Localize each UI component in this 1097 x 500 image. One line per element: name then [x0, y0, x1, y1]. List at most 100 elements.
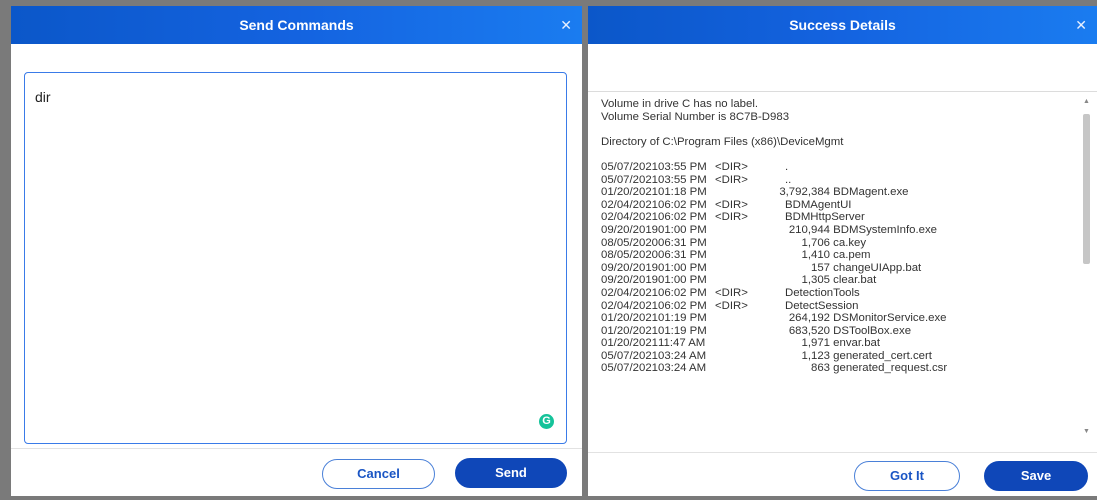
entry-size: 264,192	[788, 312, 830, 325]
scroll-up-icon[interactable]: ▲	[1082, 98, 1091, 106]
output-entry-row: 01/20/202101:19 PM 683,520 DSToolBox.exe	[601, 325, 1071, 338]
entry-dir-tag: <DIR>	[715, 198, 748, 211]
entry-name: changeUIApp.bat	[833, 261, 922, 274]
entry-size: 683,520	[788, 324, 830, 337]
entry-size: 863	[810, 362, 830, 375]
entry-time: 06:02 PM	[658, 211, 707, 224]
entry-size: 1,123	[801, 349, 830, 362]
command-input[interactable]: dir G	[24, 72, 567, 444]
entry-name: ca.pem	[833, 249, 871, 262]
success-details-dialog: Success Details ✕ Volume in drive C has …	[588, 6, 1097, 496]
entry-date: 01/20/2021	[601, 312, 659, 325]
scroll-down-icon[interactable]: ▼	[1082, 428, 1091, 436]
entry-date: 08/05/2020	[601, 236, 659, 249]
entry-date: 02/04/2021	[601, 286, 659, 299]
entry-date: 02/04/2021	[601, 198, 659, 211]
entry-time: 06:02 PM	[658, 299, 707, 312]
dialog-title: Success Details	[789, 17, 896, 33]
entry-date: 09/20/2019	[601, 223, 659, 236]
entry-date: 05/07/2021	[601, 173, 659, 186]
entry-time: 01:19 PM	[658, 324, 707, 337]
send-button[interactable]: Send	[455, 458, 567, 488]
send-commands-dialog: Send Commands ✕ dir G Cancel Send	[11, 6, 582, 496]
entry-date: 01/20/2021	[601, 186, 659, 199]
entry-time: 06:31 PM	[658, 249, 707, 262]
entry-dir-tag: <DIR>	[715, 211, 748, 224]
close-icon[interactable]: ✕	[1075, 6, 1087, 44]
entry-name: BDMSystemInfo.exe	[833, 223, 937, 236]
entry-name: DSToolBox.exe	[833, 324, 912, 337]
entry-size: 1,706	[801, 236, 830, 249]
entry-name: envar.bat	[833, 337, 881, 350]
entry-date: 02/04/2021	[601, 299, 659, 312]
entry-time: 03:55 PM	[658, 173, 707, 186]
command-text: dir	[35, 89, 51, 105]
close-icon[interactable]: ✕	[560, 6, 572, 44]
entry-name: generated_request.csr	[833, 362, 948, 375]
entry-name: BDMAgentUI	[785, 198, 852, 211]
header-strip	[588, 44, 1097, 92]
entry-size: 1,971	[801, 337, 830, 350]
got-it-button[interactable]: Got It	[854, 461, 960, 491]
entry-time: 06:31 PM	[658, 236, 707, 249]
output-entry-row: 09/20/201901:00 PM 210,944 BDMSystemInfo.…	[601, 224, 1071, 237]
output-entry-row: 05/07/202103:24 AM 1,123 generated_cert.c…	[601, 350, 1071, 363]
dialog-title: Send Commands	[239, 17, 354, 33]
entry-time: 11:47 AM	[658, 337, 706, 350]
output-entry-row: 02/04/202106:02 PM <DIR> BDMHttpServer	[601, 211, 1071, 224]
entry-size: 210,944	[788, 223, 830, 236]
entry-time: 06:02 PM	[658, 198, 707, 211]
entry-name: .	[785, 160, 789, 173]
output-entry-row: 08/05/202006:31 PM 1,410 ca.pem	[601, 249, 1071, 262]
entry-dir-tag: <DIR>	[715, 173, 748, 186]
entry-date: 01/20/2021	[601, 324, 659, 337]
entry-time: 01:19 PM	[658, 312, 707, 325]
cancel-button[interactable]: Cancel	[322, 459, 435, 489]
entry-date: 01/20/2021	[601, 337, 659, 350]
output-entry-row: 01/20/202111:47 AM 1,971 envar.bat	[601, 337, 1071, 350]
entry-name: BDMHttpServer	[785, 211, 865, 224]
entry-time: 01:00 PM	[658, 261, 707, 274]
success-details-titlebar: Success Details ✕	[588, 6, 1097, 44]
output-entry-row: 05/07/202103:24 AM 863 generated_request.…	[601, 362, 1071, 375]
entry-date: 08/05/2020	[601, 249, 659, 262]
entry-size: 1,305	[801, 274, 830, 287]
output-header-line: Volume Serial Number is 8C7B-D983	[601, 110, 790, 123]
entry-date: 09/20/2019	[601, 274, 659, 287]
entry-time: 01:00 PM	[658, 223, 707, 236]
output-entry-row: 01/20/202101:19 PM 264,192 DSMonitorServi…	[601, 312, 1071, 325]
entry-time: 03:24 AM	[658, 349, 707, 362]
save-button[interactable]: Save	[984, 461, 1088, 491]
entry-time: 01:00 PM	[658, 274, 707, 287]
send-commands-titlebar: Send Commands ✕	[11, 6, 582, 44]
output-header-line: Volume in drive C has no label.	[601, 98, 759, 110]
entry-date: 05/07/2021	[601, 160, 659, 173]
output-entry-row: 05/07/202103:55 PM <DIR>.	[601, 161, 1071, 174]
entry-name: ..	[785, 173, 792, 186]
entry-size: 157	[810, 261, 830, 274]
entry-dir-tag: <DIR>	[715, 160, 748, 173]
output-entry-row: 02/04/202106:02 PM <DIR> DetectSession	[601, 300, 1071, 313]
footer-divider	[588, 452, 1097, 453]
entry-name: DSMonitorService.exe	[833, 312, 947, 325]
entry-dir-tag: <DIR>	[715, 286, 748, 299]
entry-name: DetectSession	[785, 299, 859, 312]
output-entry-row: 02/04/202106:02 PM <DIR> BDMAgentUI	[601, 199, 1071, 212]
output-entry-row: 09/20/201901:00 PM 157 changeUIApp.bat	[601, 262, 1071, 275]
entry-name: BDMagent.exe	[833, 186, 909, 199]
entry-time: 03:55 PM	[658, 160, 707, 173]
scroll-thumb[interactable]	[1083, 114, 1090, 264]
output-entry-row: 02/04/202106:02 PM <DIR> DetectionTools	[601, 287, 1071, 300]
entry-time: 06:02 PM	[658, 286, 707, 299]
output-blank-line	[601, 123, 1071, 136]
output-entry-row: 05/07/202103:55 PM <DIR>..	[601, 174, 1071, 187]
grammarly-icon[interactable]: G	[539, 414, 554, 429]
command-output: Volume in drive C has no label. Volume Se…	[601, 98, 1071, 442]
entry-name: clear.bat	[833, 274, 877, 287]
entry-name: generated_cert.cert	[833, 349, 932, 362]
output-entry-row: 01/20/202101:18 PM 3,792,384 BDMagent.exe	[601, 186, 1071, 199]
output-entry-row: 08/05/202006:31 PM 1,706 ca.key	[601, 237, 1071, 250]
output-header-line: Directory of C:\Program Files (x86)\Devi…	[601, 135, 844, 148]
entry-time: 03:24 AM	[658, 362, 707, 375]
output-scrollbar[interactable]: ▲ ▼	[1082, 98, 1091, 436]
